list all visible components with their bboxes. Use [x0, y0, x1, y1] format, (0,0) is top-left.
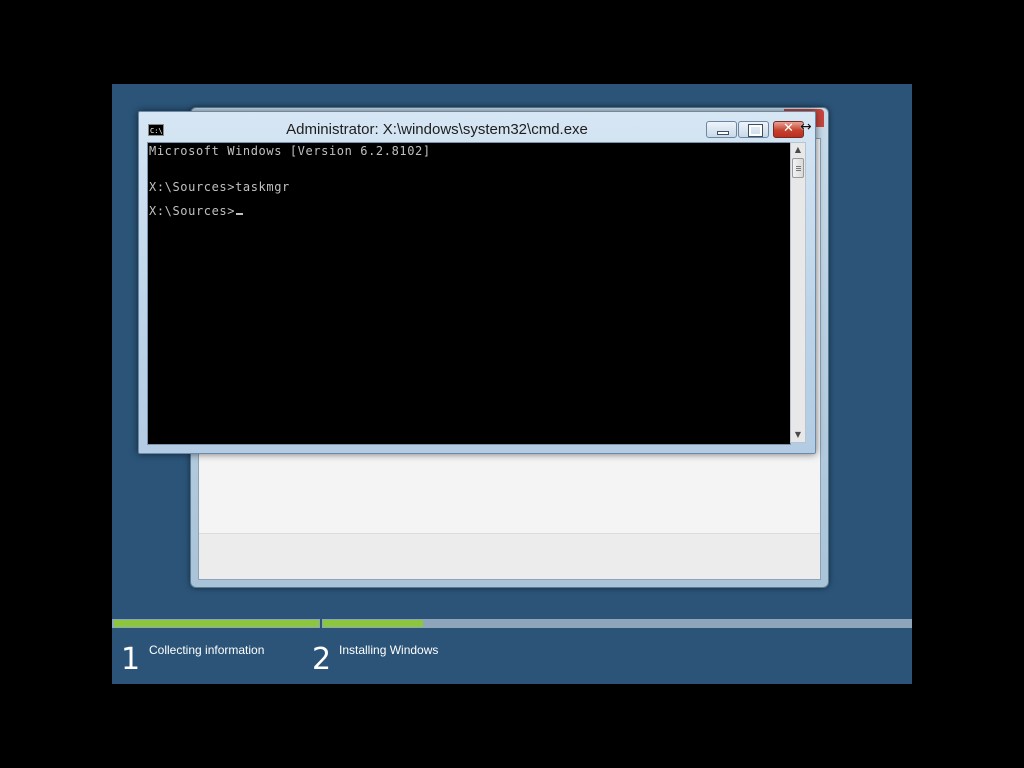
maximize-button[interactable] [738, 121, 769, 138]
cmd-titlebar[interactable]: C:\ Administrator: X:\windows\system32\c… [139, 112, 815, 142]
step2-progress-fill [323, 620, 423, 627]
setup-progress-bar [112, 619, 912, 628]
minimize-button[interactable] [706, 121, 737, 138]
step1-progress-fill [114, 620, 319, 627]
console-line-version: Microsoft Windows [Version 6.2.8102] [149, 144, 431, 158]
console-output-area[interactable]: Microsoft Windows [Version 6.2.8102] X:\… [147, 142, 791, 445]
step-number-1: 1 [121, 642, 141, 677]
console-line-command: X:\Sources>taskmgr [149, 180, 290, 194]
resize-horizontal-cursor-icon: ↔ [800, 119, 812, 135]
scroll-up-arrow-icon[interactable]: ▲ [791, 143, 805, 157]
close-icon: ✕ [783, 121, 794, 136]
progress-separator [320, 619, 322, 628]
console-prompt-text: X:\Sources> [149, 204, 236, 218]
minimize-icon [717, 131, 729, 135]
vertical-scrollbar[interactable]: ▲ ▼ [790, 142, 806, 443]
text-cursor [236, 213, 244, 215]
maximize-icon [748, 124, 763, 137]
setup-dialog-footer [199, 533, 820, 579]
step-number-2: 2 [312, 642, 332, 677]
scroll-down-arrow-icon[interactable]: ▼ [791, 428, 805, 442]
console-line-prompt[interactable]: X:\Sources> [149, 204, 244, 218]
step-label-1: Collecting information [149, 643, 265, 657]
cmd-window[interactable]: C:\ Administrator: X:\windows\system32\c… [138, 111, 816, 454]
step-label-2: Installing Windows [339, 643, 439, 657]
scrollbar-thumb[interactable] [792, 158, 804, 178]
